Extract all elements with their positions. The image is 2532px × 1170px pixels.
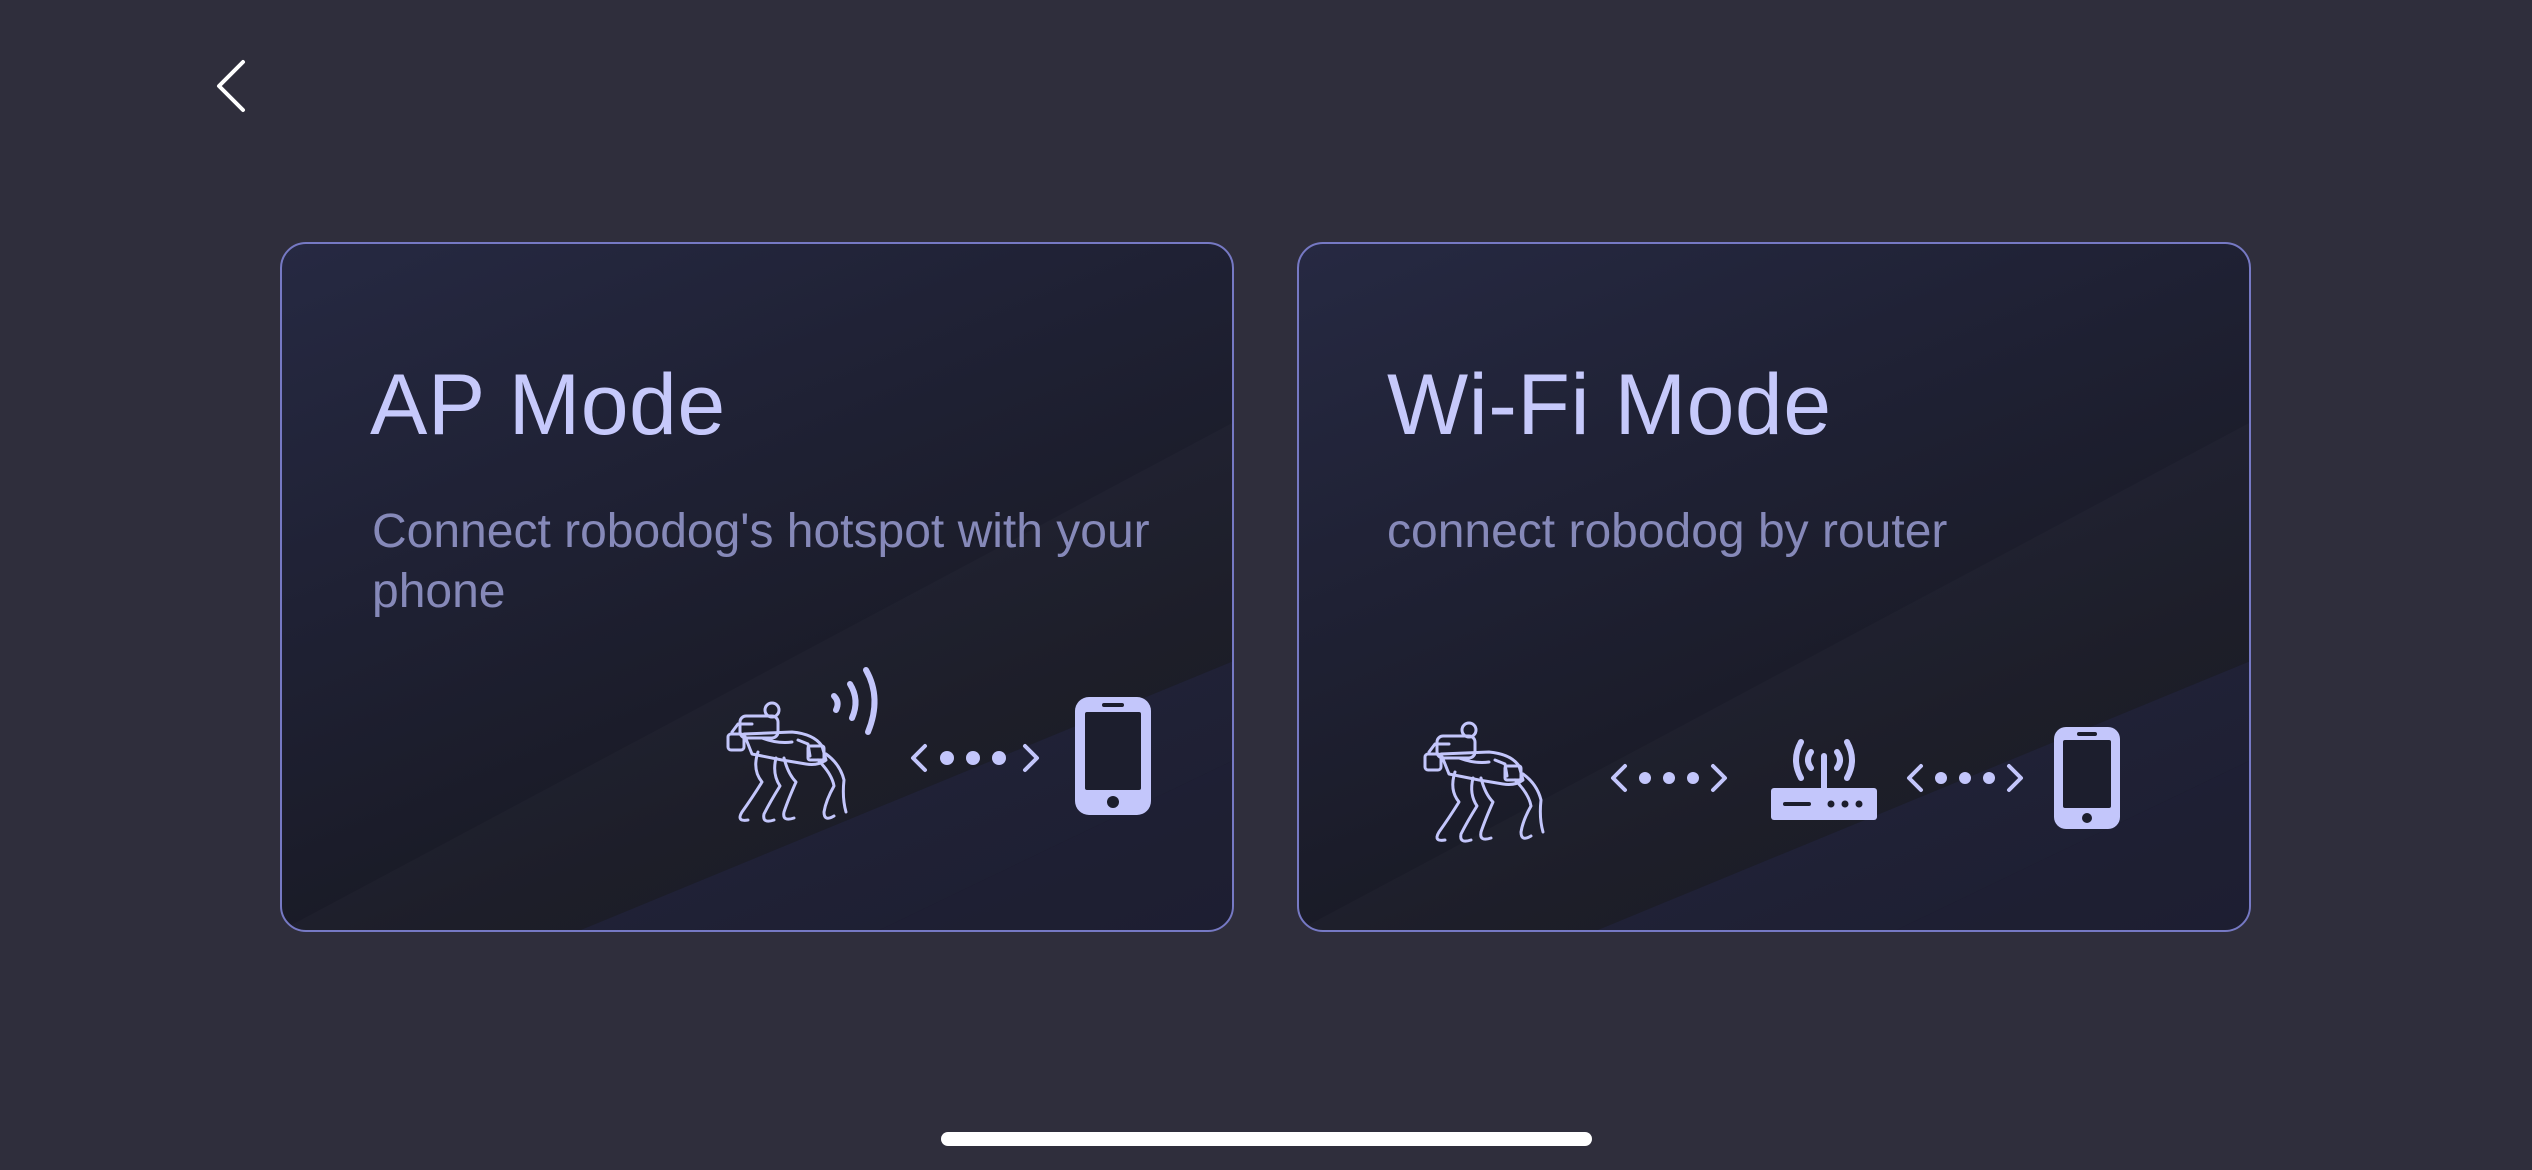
card-description: connect robodog by router [1387, 505, 1948, 558]
signal-waves-icon [831, 667, 878, 735]
router-icon [1771, 739, 1877, 820]
card-description: Connect robodog's hotspot with your phon… [372, 505, 1150, 618]
smartphone-icon [1075, 697, 1151, 815]
home-indicator[interactable] [941, 1132, 1592, 1146]
connection-dots-icon [911, 744, 1039, 772]
robot-dog-icon [1423, 721, 1545, 843]
connection-dots-icon [1907, 764, 2023, 792]
chevron-left-icon [217, 60, 245, 112]
wifi-mode-card[interactable]: Wi-Fi Mode connect robodog by router [1297, 242, 2251, 932]
connection-dots-icon [1611, 764, 1727, 792]
smartphone-icon [2054, 727, 2120, 829]
card-title: Wi-Fi Mode [1387, 357, 1832, 453]
screen: AP Mode Connect robodog's hotspot with y… [0, 0, 2532, 1170]
back-button[interactable] [200, 50, 260, 120]
card-title: AP Mode [370, 357, 726, 453]
ap-mode-card[interactable]: AP Mode Connect robodog's hotspot with y… [280, 242, 1234, 932]
